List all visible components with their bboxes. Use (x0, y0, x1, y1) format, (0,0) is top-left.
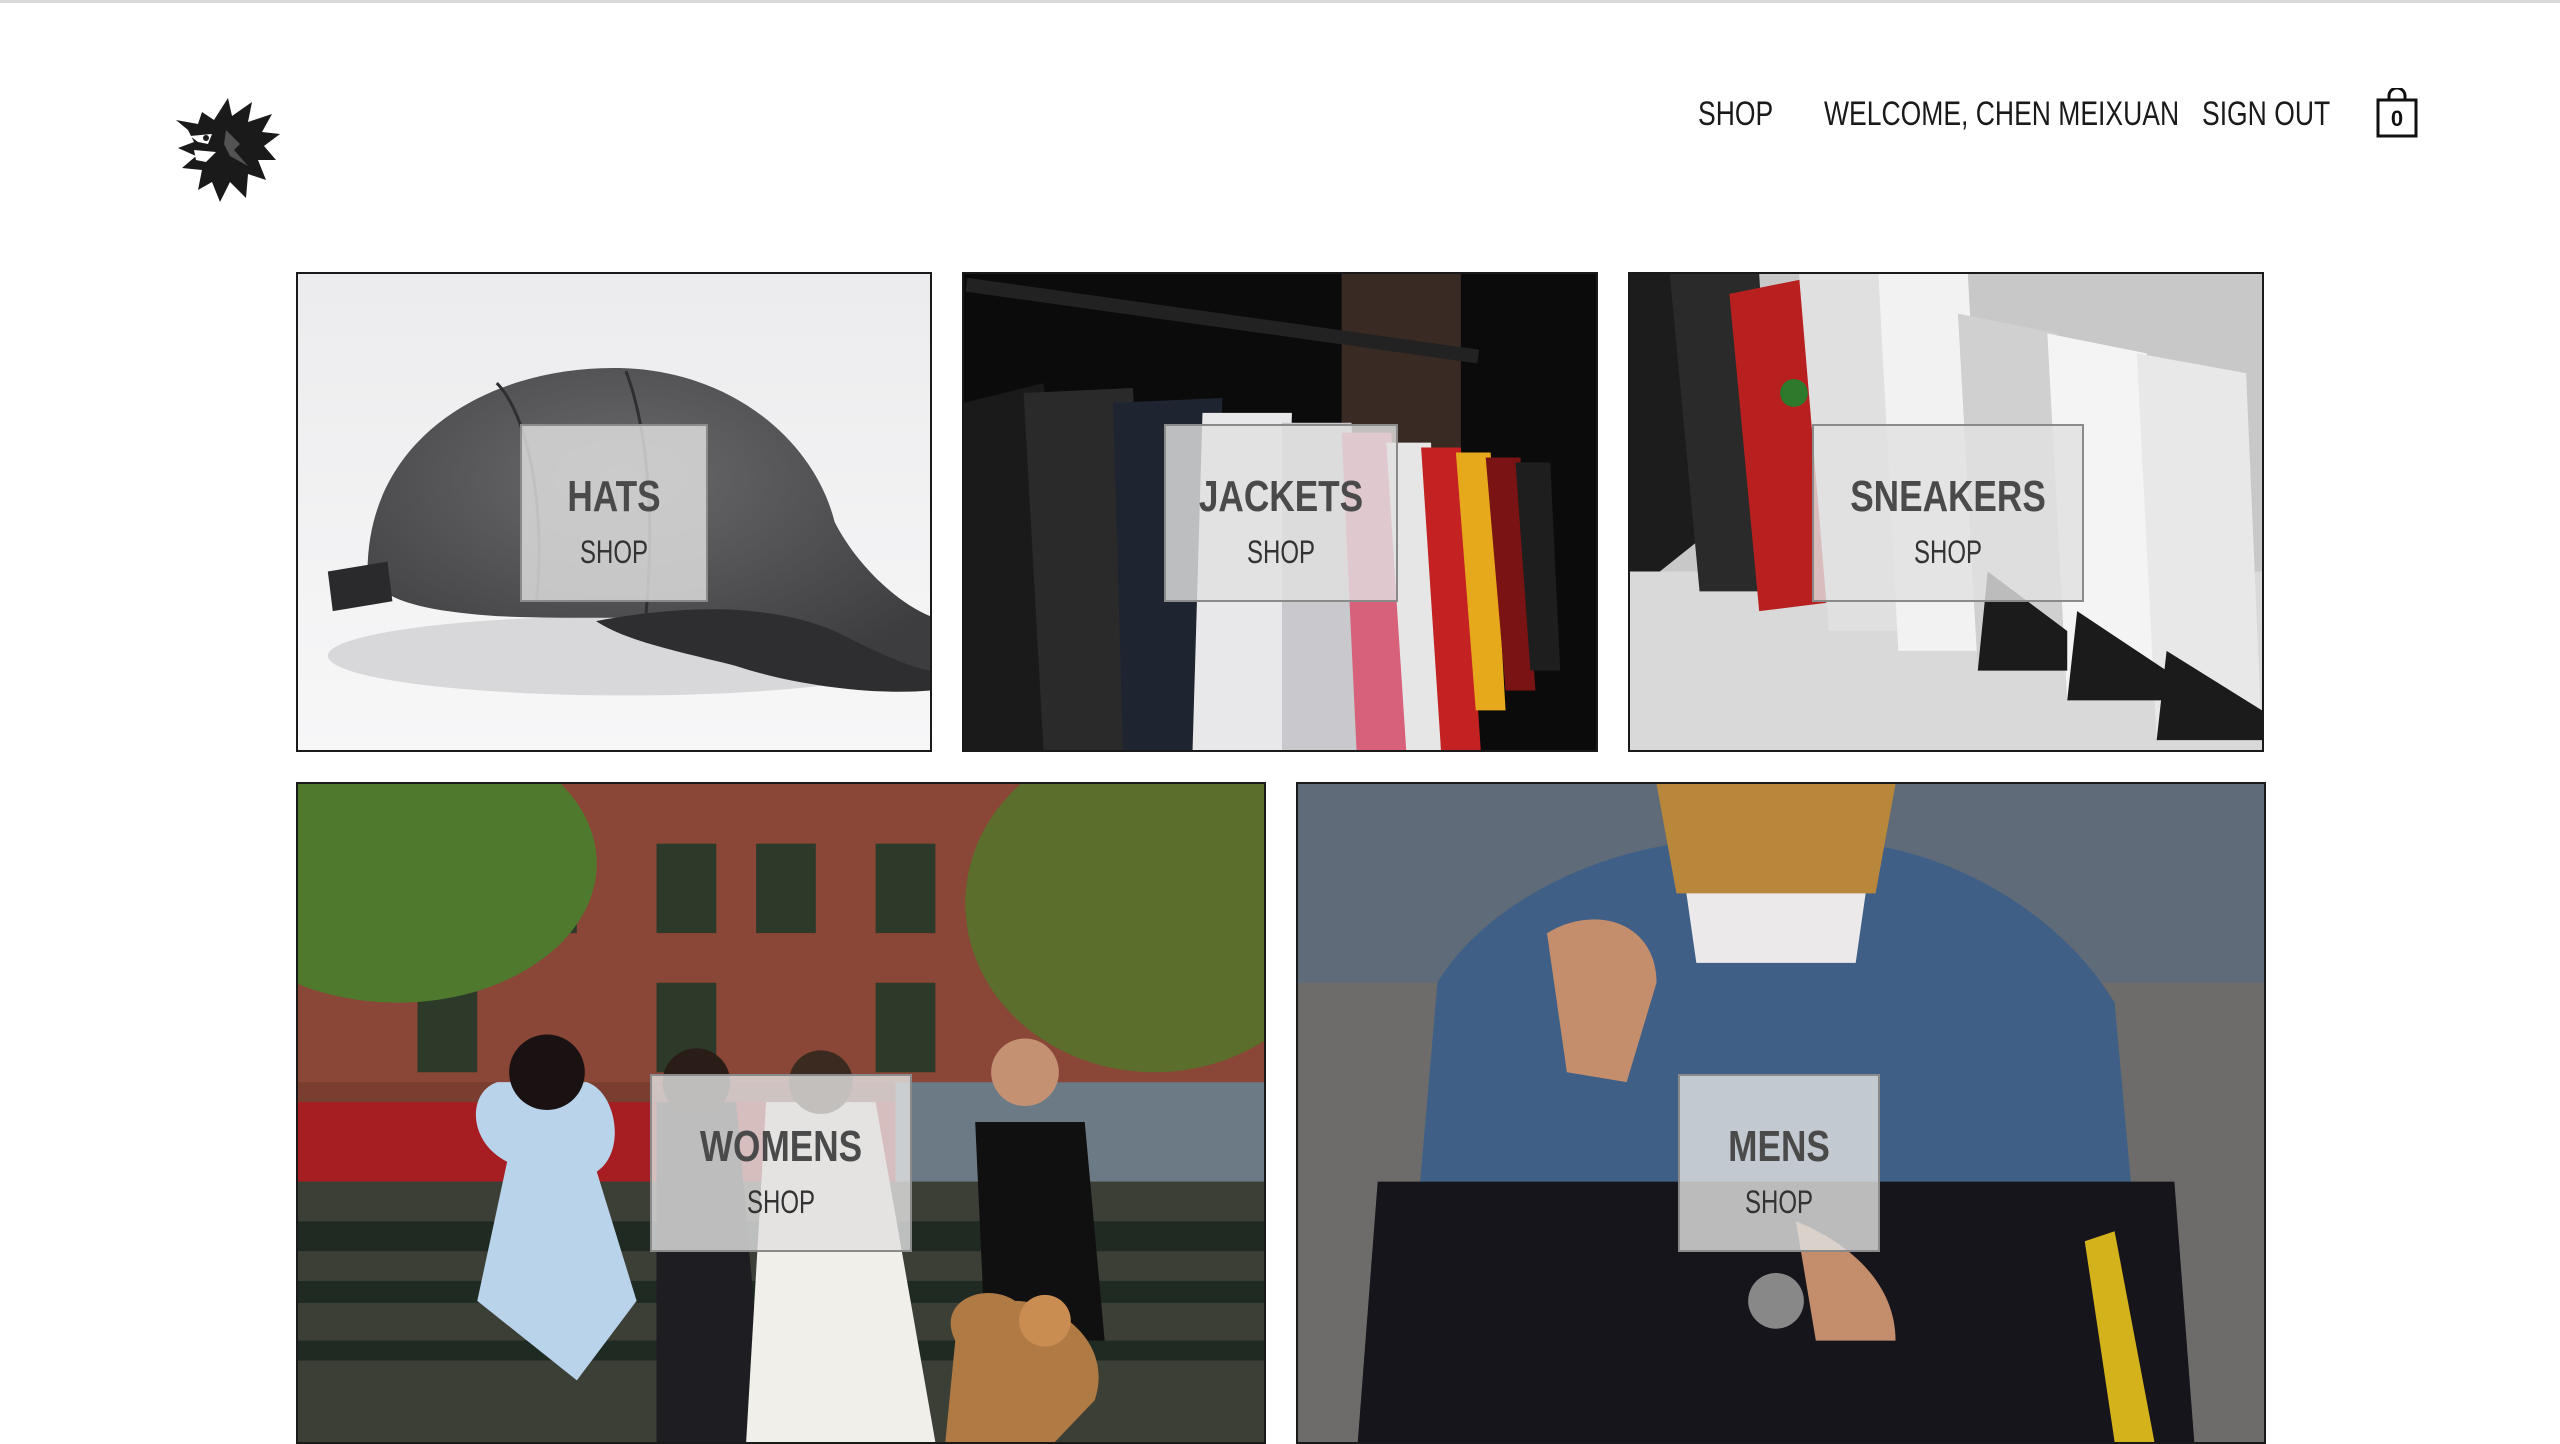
category-shop-link[interactable]: SHOP (545, 534, 683, 570)
category-label-box: WOMENS SHOP (650, 1074, 912, 1252)
top-navigation: SHOP WELCOME, CHEN MEIXUAN SIGN OUT (0, 86, 2560, 142)
category-shop-link[interactable]: SHOP (1848, 534, 2049, 570)
category-label-box: MENS SHOP (1678, 1074, 1880, 1252)
category-shop-link[interactable]: SHOP (1705, 1184, 1854, 1220)
category-label-box: SNEAKERS SHOP (1812, 424, 2084, 602)
category-title: WOMENS (699, 1122, 863, 1171)
category-shop-link[interactable]: SHOP (1195, 534, 1368, 570)
category-tile-mens[interactable]: MENS SHOP (1296, 782, 2266, 1444)
nav-sign-out-link[interactable]: SIGN OUT (2202, 86, 2330, 142)
category-label-box: JACKETS SHOP (1164, 424, 1398, 602)
top-divider (0, 0, 2560, 3)
nav-shop-link[interactable]: SHOP (1698, 86, 1773, 142)
category-title: SNEAKERS (1850, 472, 2046, 521)
category-tile-sneakers[interactable]: SNEAKERS SHOP (1628, 272, 2264, 752)
cart-count: 0 (2390, 106, 2404, 131)
category-title: HATS (567, 472, 661, 521)
nav-welcome-user[interactable]: WELCOME, CHEN MEIXUAN (1824, 86, 2179, 142)
cart-button[interactable]: 0 (2376, 86, 2418, 138)
category-tile-hats[interactable]: HATS SHOP (296, 272, 932, 752)
category-label-box: HATS SHOP (520, 424, 708, 602)
category-shop-link[interactable]: SHOP (684, 1184, 878, 1220)
category-title: JACKETS (1198, 472, 1364, 521)
category-title: MENS (1728, 1122, 1830, 1171)
category-tile-womens[interactable]: WOMENS SHOP (296, 782, 1266, 1444)
category-tile-jackets[interactable]: JACKETS SHOP (962, 272, 1598, 752)
